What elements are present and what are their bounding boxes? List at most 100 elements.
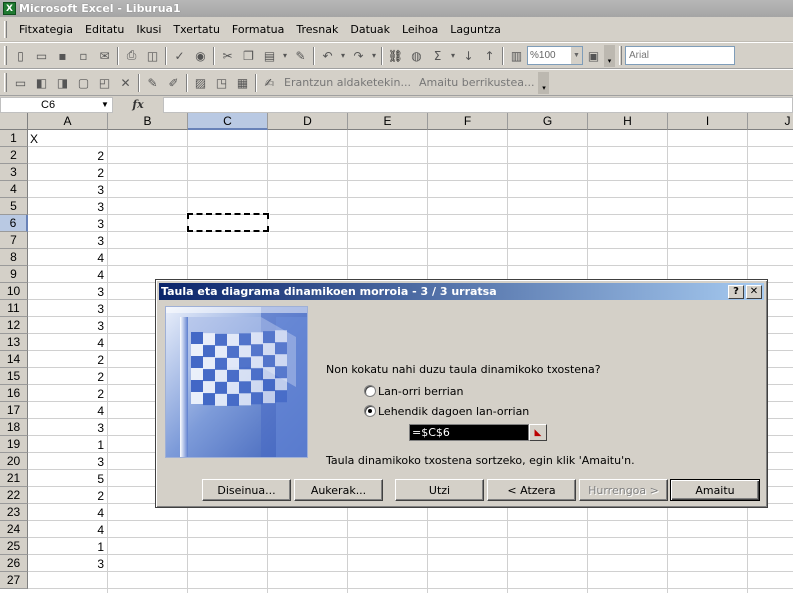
print-preview-icon[interactable]: ◫ xyxy=(142,45,163,66)
show-all-comments-icon[interactable]: ◰ xyxy=(94,72,115,93)
cell-a3[interactable]: 2 xyxy=(28,164,107,181)
undo-dropdown-icon[interactable]: ▾ xyxy=(338,45,348,66)
autosum-icon[interactable]: Σ xyxy=(427,45,448,66)
row-header-24[interactable]: 24 xyxy=(0,521,28,538)
print-icon[interactable]: ⎙ xyxy=(121,45,142,66)
cell-a4[interactable]: 3 xyxy=(28,181,107,198)
row-header-17[interactable]: 17 xyxy=(0,402,28,419)
zoom-select[interactable]: %100 ▼ xyxy=(527,46,583,65)
send-icon[interactable]: ▦ xyxy=(232,72,253,93)
back-button[interactable]: < Atzera xyxy=(487,479,576,501)
options-button[interactable]: Aukerak... xyxy=(294,479,383,501)
toolbar-options-icon[interactable]: ▾ xyxy=(538,71,550,94)
column-header-c[interactable]: C xyxy=(188,113,268,130)
menu-help[interactable]: Laguntza xyxy=(444,21,507,38)
sort-descending-icon[interactable]: ↑ xyxy=(479,45,500,66)
menu-insert[interactable]: Txertatu xyxy=(167,21,226,38)
cell-a19[interactable]: 1 xyxy=(28,436,107,453)
chart-wizard-icon[interactable]: ▥ xyxy=(506,45,527,66)
row-header-27[interactable]: 27 xyxy=(0,572,28,589)
select-all-corner[interactable] xyxy=(0,113,28,130)
option-existing-sheet-label[interactable]: Lehendik dagoen lan-orrian xyxy=(378,405,529,418)
cell-a13[interactable]: 4 xyxy=(28,334,107,351)
close-button[interactable]: ✕ xyxy=(746,284,762,299)
option-new-sheet-label[interactable]: Lan-orri berrian xyxy=(378,385,464,398)
paste-dropdown-icon[interactable]: ▾ xyxy=(280,45,290,66)
row-header-5[interactable]: 5 xyxy=(0,198,28,215)
chevron-down-icon[interactable]: ▼ xyxy=(571,47,582,64)
menu-grip[interactable] xyxy=(4,20,7,38)
spelling-icon[interactable]: ✓ xyxy=(169,45,190,66)
cell-a9[interactable]: 4 xyxy=(28,266,107,283)
column-header-g[interactable]: G xyxy=(508,113,588,130)
merge-icon[interactable]: ◳ xyxy=(211,72,232,93)
row-header-13[interactable]: 13 xyxy=(0,334,28,351)
row-header-18[interactable]: 18 xyxy=(0,419,28,436)
menu-edit[interactable]: Editatu xyxy=(79,21,130,38)
row-header-6[interactable]: 6 xyxy=(0,215,28,232)
next-button[interactable]: Hurrengoa > xyxy=(579,479,668,501)
formula-input[interactable] xyxy=(163,96,793,113)
cell-a23[interactable]: 4 xyxy=(28,504,107,521)
row-header-11[interactable]: 11 xyxy=(0,300,28,317)
cell-a25[interactable]: 1 xyxy=(28,538,107,555)
name-box[interactable]: C6 ▼ xyxy=(0,96,113,113)
cell-a24[interactable]: 4 xyxy=(28,521,107,538)
column-header-d[interactable]: D xyxy=(268,113,348,130)
permission-icon[interactable]: ▫ xyxy=(73,45,94,66)
update-file-icon[interactable]: ▨ xyxy=(190,72,211,93)
row-header-22[interactable]: 22 xyxy=(0,487,28,504)
row-header-7[interactable]: 7 xyxy=(0,232,28,249)
track-changes-icon[interactable]: ✎ xyxy=(142,72,163,93)
menu-view[interactable]: Ikusi xyxy=(130,21,167,38)
help-button[interactable]: ? xyxy=(728,284,744,299)
cell-a21[interactable]: 5 xyxy=(28,470,107,487)
cell-a26[interactable]: 3 xyxy=(28,555,107,572)
excel-app-icon[interactable]: X xyxy=(3,2,16,15)
cell-a5[interactable]: 3 xyxy=(28,198,107,215)
row-header-1[interactable]: 1 xyxy=(0,130,28,147)
cell-a15[interactable]: 2 xyxy=(28,368,107,385)
cell-a6[interactable]: 3 xyxy=(28,215,107,232)
save-icon[interactable]: ▪ xyxy=(52,45,73,66)
column-header-f[interactable]: F xyxy=(428,113,508,130)
hyperlink-icon[interactable]: ⛓ xyxy=(385,45,406,66)
cancel-button[interactable]: Utzi xyxy=(395,479,484,501)
cell-a18[interactable]: 3 xyxy=(28,419,107,436)
toolbar-options-icon[interactable]: ▾ xyxy=(604,44,615,67)
copy-icon[interactable]: ❐ xyxy=(238,45,259,66)
redo-icon[interactable]: ↷ xyxy=(348,45,369,66)
help-icon[interactable]: ▣ xyxy=(583,45,604,66)
cell-a1[interactable]: X xyxy=(28,130,107,147)
cell-a20[interactable]: 3 xyxy=(28,453,107,470)
cell-a7[interactable]: 3 xyxy=(28,232,107,249)
radio-new-sheet[interactable] xyxy=(364,385,376,397)
row-header-12[interactable]: 12 xyxy=(0,317,28,334)
cell-a8[interactable]: 4 xyxy=(28,249,107,266)
insert-function-icon[interactable]: fx xyxy=(113,98,163,111)
cell-a27[interactable] xyxy=(28,572,107,589)
row-header-21[interactable]: 21 xyxy=(0,470,28,487)
layout-button[interactable]: Diseinua... xyxy=(202,479,291,501)
cell-a10[interactable]: 3 xyxy=(28,283,107,300)
collapse-dialog-icon[interactable]: ◣ xyxy=(529,424,547,441)
column-header-i[interactable]: I xyxy=(668,113,748,130)
cell-a22[interactable]: 2 xyxy=(28,487,107,504)
show-comment-icon[interactable]: ▢ xyxy=(73,72,94,93)
research-icon[interactable]: ◉ xyxy=(190,45,211,66)
row-header-9[interactable]: 9 xyxy=(0,266,28,283)
column-header-e[interactable]: E xyxy=(348,113,428,130)
menu-format[interactable]: Formatua xyxy=(226,21,290,38)
toolbar-grip[interactable] xyxy=(4,73,7,92)
active-cell-c6[interactable] xyxy=(186,212,270,233)
cell-a11[interactable]: 3 xyxy=(28,300,107,317)
delete-comment-icon[interactable]: ✕ xyxy=(115,72,136,93)
cell-a2[interactable]: 2 xyxy=(28,147,107,164)
row-header-23[interactable]: 23 xyxy=(0,504,28,521)
menu-tools[interactable]: Tresnak xyxy=(290,21,344,38)
column-header-b[interactable]: B xyxy=(108,113,188,130)
chevron-down-icon[interactable]: ▼ xyxy=(98,100,112,109)
new-comment-icon[interactable]: ▭ xyxy=(10,72,31,93)
font-name-select[interactable]: Arial xyxy=(625,46,735,65)
row-header-14[interactable]: 14 xyxy=(0,351,28,368)
